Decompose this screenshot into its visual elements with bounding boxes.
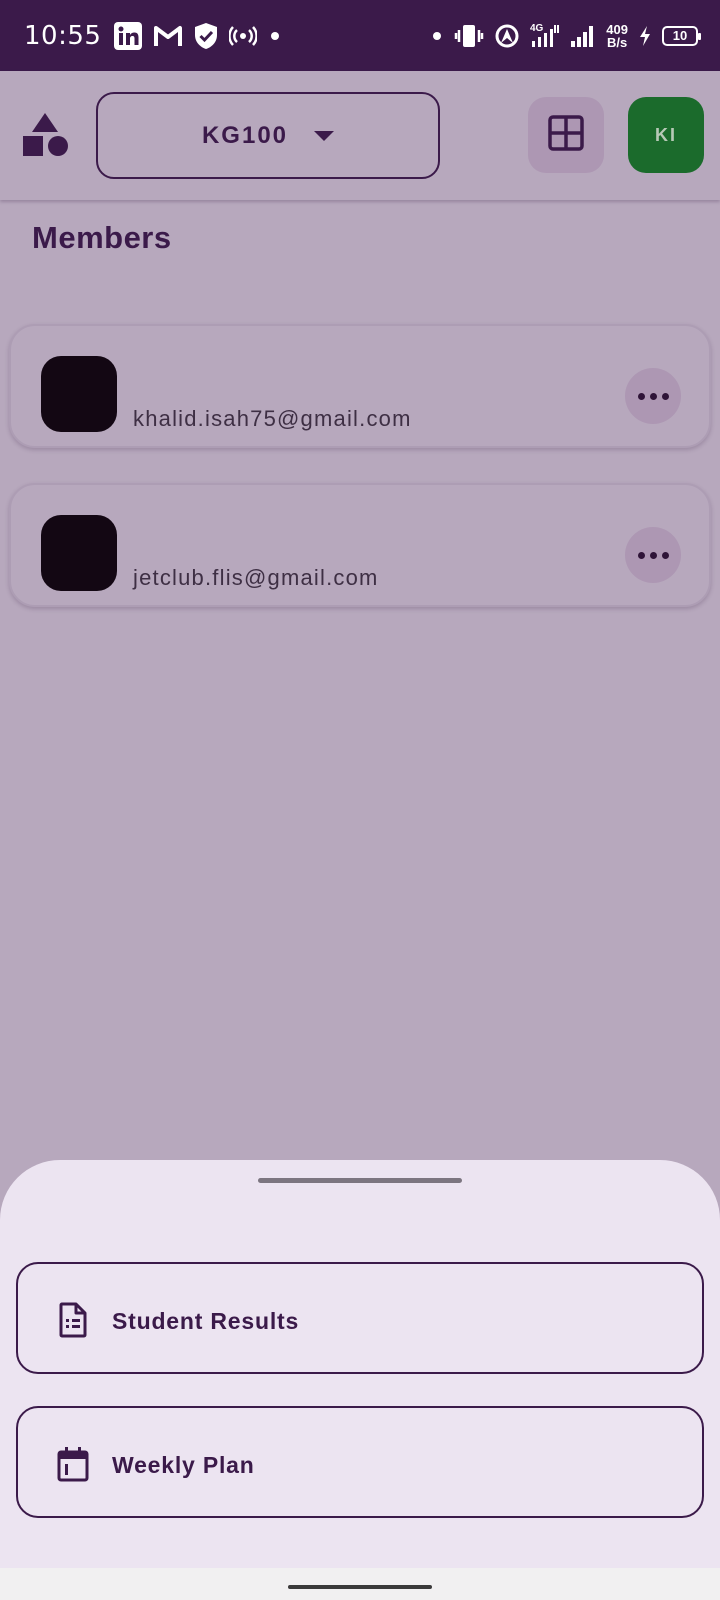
hotspot-icon bbox=[229, 25, 258, 47]
member-card[interactable]: jetclub.flis@gmail.com bbox=[9, 483, 711, 607]
calendar-icon bbox=[56, 1446, 90, 1482]
shield-check-icon bbox=[193, 22, 219, 50]
drag-handle[interactable] bbox=[258, 1178, 462, 1183]
linkedin-icon bbox=[113, 21, 143, 51]
network-type-text: 4G bbox=[530, 23, 544, 34]
battery-icon: 10 bbox=[662, 25, 701, 46]
class-selector-dropdown[interactable]: KG100 bbox=[96, 92, 440, 179]
member-card[interactable]: khalid.isah75@gmail.com bbox=[9, 324, 711, 448]
signal-strength-icon bbox=[570, 24, 596, 48]
charging-icon bbox=[638, 25, 652, 47]
more-options-button[interactable] bbox=[625, 368, 681, 424]
status-bar: 10:55 4G 409 B/s 10 bbox=[0, 0, 720, 71]
network-speed-unit: B/s bbox=[607, 34, 628, 50]
member-avatar bbox=[41, 356, 117, 432]
user-avatar-button[interactable]: KI bbox=[628, 97, 704, 173]
member-email: khalid.isah75@gmail.com bbox=[133, 406, 412, 431]
shapes-logo-icon bbox=[21, 111, 69, 159]
weekly-plan-option[interactable]: Weekly Plan bbox=[16, 1406, 704, 1518]
status-time: 10:55 bbox=[24, 20, 102, 51]
class-selector-label: KG100 bbox=[201, 121, 289, 149]
member-avatar bbox=[41, 515, 117, 591]
system-navigation-bar bbox=[0, 1568, 720, 1600]
student-results-label: Student Results bbox=[112, 1308, 300, 1334]
notification-dot-icon bbox=[430, 29, 444, 43]
grid-view-button[interactable] bbox=[528, 97, 604, 173]
student-results-option[interactable]: Student Results bbox=[16, 1262, 704, 1374]
top-app-bar: KG100 KI bbox=[0, 71, 720, 200]
battery-level: 10 bbox=[672, 28, 688, 43]
grid-view-icon bbox=[548, 114, 584, 156]
dropdown-arrow-icon bbox=[314, 130, 335, 141]
home-gesture-handle[interactable] bbox=[288, 1585, 432, 1589]
mobile-signal-4g-icon: 4G bbox=[530, 21, 560, 51]
bottom-sheet: Student Results Weekly Plan bbox=[0, 1160, 720, 1568]
data-saver-icon bbox=[494, 23, 520, 49]
more-options-button[interactable] bbox=[625, 527, 681, 583]
notification-dot-icon bbox=[267, 28, 283, 44]
document-list-icon bbox=[56, 1302, 90, 1338]
network-speed: 409 B/s bbox=[606, 23, 628, 49]
member-email: jetclub.flis@gmail.com bbox=[133, 565, 379, 590]
members-title: Members bbox=[32, 220, 172, 255]
more-icon bbox=[637, 392, 645, 400]
weekly-plan-label: Weekly Plan bbox=[112, 1452, 255, 1478]
avatar-initials: KI bbox=[655, 124, 677, 145]
vibrate-icon bbox=[454, 23, 484, 49]
gmail-icon bbox=[153, 24, 183, 48]
more-icon bbox=[637, 551, 645, 559]
